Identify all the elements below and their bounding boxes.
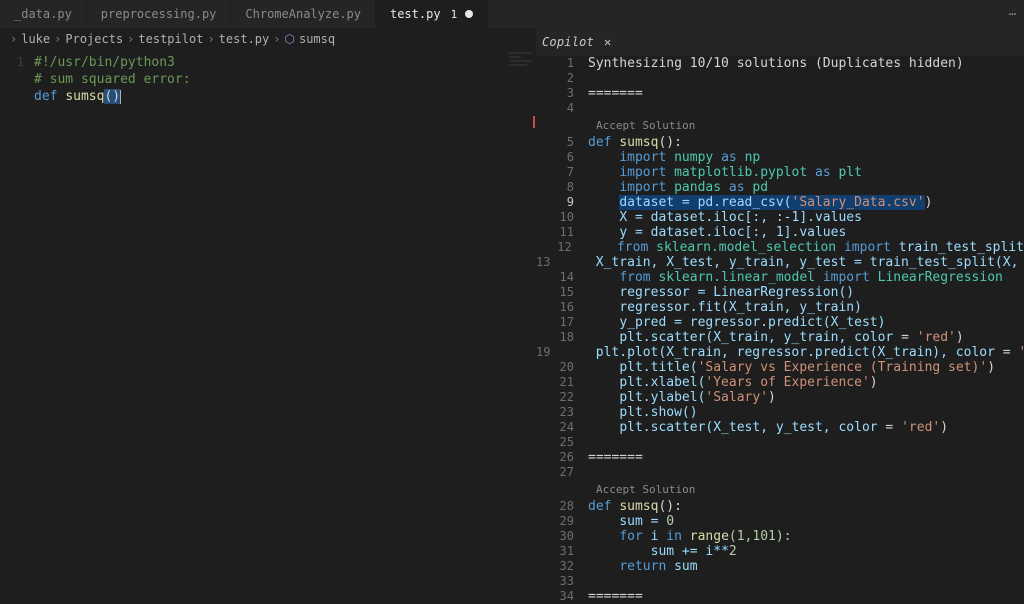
minimap[interactable]	[505, 50, 535, 110]
breadcrumb-part[interactable]: luke	[21, 32, 50, 46]
tab-dirty-dot	[465, 10, 473, 18]
copilot-title: Copilot	[542, 35, 594, 49]
tab-data-py[interactable]: _data.py	[0, 0, 87, 28]
tab-chromeanalyze-py[interactable]: ChromeAnalyze.py	[231, 0, 376, 28]
breadcrumb[interactable]: › luke › Projects › testpilot › test.py …	[0, 28, 535, 50]
breadcrumb-part[interactable]: testpilot	[138, 32, 203, 46]
text-cursor	[120, 90, 121, 104]
tab-bar: _data.py preprocessing.py ChromeAnalyze.…	[0, 0, 1024, 28]
breadcrumb-symbol-icon: ⬡	[284, 32, 294, 46]
tab-test-py[interactable]: test.py 1	[376, 0, 488, 28]
more-icon[interactable]: ⋯	[1001, 7, 1024, 21]
accept-solution-2[interactable]: Accept Solution	[536, 480, 1024, 499]
copilot-body[interactable]: 1Synthesizing 10/10 solutions (Duplicate…	[536, 56, 1024, 604]
breadcrumb-part[interactable]: test.py	[219, 32, 270, 46]
code-editor[interactable]: 1#!/usr/bin/python3 # sum squared error:…	[0, 50, 535, 604]
tab-modified-count: 1	[451, 8, 458, 21]
tab-preprocessing-py[interactable]: preprocessing.py	[87, 0, 232, 28]
chevron-icon: ›	[10, 32, 17, 46]
close-icon[interactable]: ✕	[604, 35, 611, 49]
breadcrumb-symbol[interactable]: sumsq	[299, 32, 335, 46]
error-marker	[533, 116, 535, 128]
accept-solution-1[interactable]: Accept Solution	[536, 116, 1024, 135]
breadcrumb-part[interactable]: Projects	[65, 32, 123, 46]
editor-pane: › luke › Projects › testpilot › test.py …	[0, 28, 536, 604]
copilot-panel: Copilot ✕ 1Synthesizing 10/10 solutions …	[536, 28, 1024, 604]
copilot-panel-header: Copilot ✕	[536, 28, 1024, 56]
